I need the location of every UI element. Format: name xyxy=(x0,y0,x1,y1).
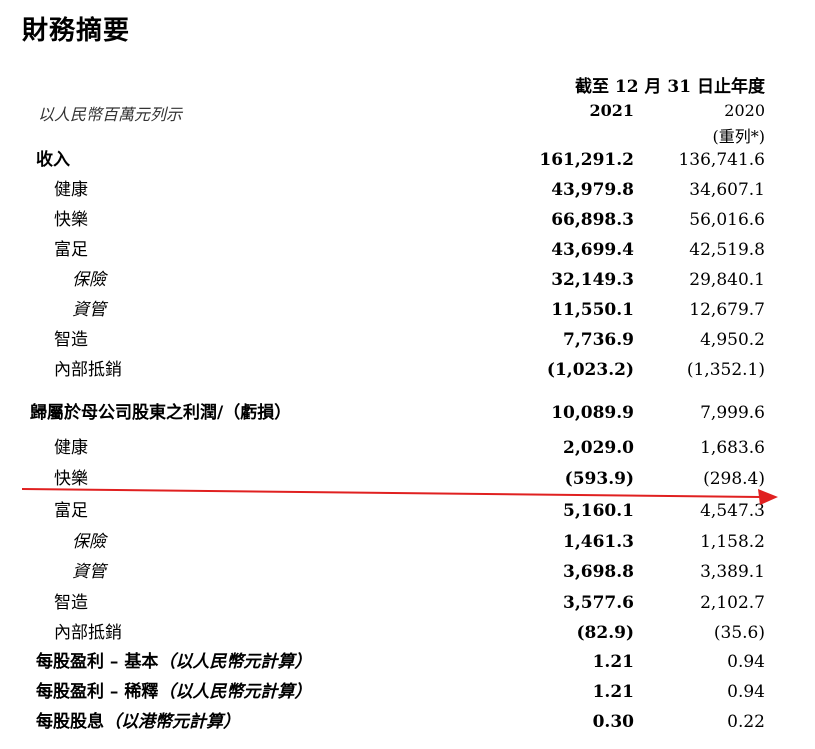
column-header-2020: 2020 xyxy=(724,101,765,120)
table-row: 資管 3,698.8 3,389.1 xyxy=(0,557,815,587)
period-header: 截至 12 月 31 日止年度 xyxy=(575,77,765,97)
row-label: 保險 xyxy=(72,532,106,552)
value-2021: 1,461.3 xyxy=(563,532,634,552)
row-label-note: （以人民幣元計算） xyxy=(158,652,312,672)
value-2020: 136,741.6 xyxy=(678,150,765,170)
row-label: 每股盈利 – 稀釋（以人民幣元計算） xyxy=(36,677,311,707)
value-2021: 1.21 xyxy=(592,652,634,672)
value-2021: (1,023.2) xyxy=(546,360,634,380)
value-2020: 1,158.2 xyxy=(700,532,765,552)
table-row-revenue-total: 收入 161,291.2 136,741.6 xyxy=(0,145,815,175)
table-row: 保險 32,149.3 29,840.1 xyxy=(0,265,815,295)
table-row: 保險 1,461.3 1,158.2 xyxy=(0,527,815,557)
table-row-eps-diluted: 每股盈利 – 稀釋（以人民幣元計算） 1.21 0.94 xyxy=(0,677,815,707)
row-label: 健康 xyxy=(54,438,88,458)
row-label: 資管 xyxy=(72,300,106,320)
row-label: 智造 xyxy=(54,593,88,613)
row-label: 內部抵銷 xyxy=(54,360,122,380)
table-row: 健康 43,979.8 34,607.1 xyxy=(0,175,815,205)
value-2021: (593.9) xyxy=(564,469,634,489)
row-label: 收入 xyxy=(36,150,70,170)
row-label: 保險 xyxy=(72,270,106,290)
page-title: 財務摘要 xyxy=(22,16,131,46)
table-row: 快樂 66,898.3 56,016.6 xyxy=(0,205,815,235)
table-row: 健康 2,029.0 1,683.6 xyxy=(0,433,815,463)
value-2020: 29,840.1 xyxy=(689,270,765,290)
row-label-main: 每股盈利 – 稀釋 xyxy=(36,682,159,702)
table-row: 智造 3,577.6 2,102.7 xyxy=(0,588,815,618)
value-2021: 161,291.2 xyxy=(539,150,634,170)
table-row-profit-total: 歸屬於母公司股東之利潤/（虧損） 10,089.9 7,999.6 xyxy=(0,398,815,428)
value-2021: 32,149.3 xyxy=(551,270,634,290)
value-2021: 10,089.9 xyxy=(551,403,634,423)
value-2020: 12,679.7 xyxy=(689,300,765,320)
value-2020: 4,950.2 xyxy=(700,330,765,350)
table-row: 資管 11,550.1 12,679.7 xyxy=(0,295,815,325)
value-2021: 43,979.8 xyxy=(551,180,634,200)
value-2020: 42,519.8 xyxy=(689,240,765,260)
value-2021: 5,160.1 xyxy=(563,501,634,521)
value-2020: 0.22 xyxy=(727,712,765,732)
value-2021: 66,898.3 xyxy=(551,210,634,230)
row-label-main: 每股股息 xyxy=(36,712,104,732)
table-row: 快樂 (593.9) (298.4) xyxy=(0,464,815,494)
unit-note: 以人民幣百萬元列示 xyxy=(38,105,183,124)
row-label-main: 每股盈利 – 基本 xyxy=(36,652,159,672)
value-2020: 1,683.6 xyxy=(700,438,765,458)
table-row: 富足 43,699.4 42,519.8 xyxy=(0,235,815,265)
value-2021: 1.21 xyxy=(592,682,634,702)
value-2021: 7,736.9 xyxy=(563,330,634,350)
row-label: 富足 xyxy=(54,240,88,260)
restated-note: (重列*) xyxy=(712,127,766,146)
row-label: 每股股息（以港幣元計算） xyxy=(36,707,240,737)
value-2020: 2,102.7 xyxy=(700,593,765,613)
value-2020: (298.4) xyxy=(703,469,765,489)
table-row: 富足 5,160.1 4,547.3 xyxy=(0,496,815,526)
table-row-dividend: 每股股息（以港幣元計算） 0.30 0.22 xyxy=(0,707,815,737)
row-label-note: （以港幣元計算） xyxy=(104,712,240,732)
value-2020: 0.94 xyxy=(727,682,765,702)
value-2021: 3,698.8 xyxy=(563,562,634,582)
row-label: 快樂 xyxy=(54,469,88,489)
table-row: 智造 7,736.9 4,950.2 xyxy=(0,325,815,355)
value-2020: 0.94 xyxy=(727,652,765,672)
value-2021: 3,577.6 xyxy=(563,593,634,613)
row-label: 富足 xyxy=(54,501,88,521)
table-row: 內部抵銷 (1,023.2) (1,352.1) xyxy=(0,355,815,385)
row-label: 資管 xyxy=(72,562,106,582)
value-2020: (35.6) xyxy=(713,623,765,643)
table-row: 內部抵銷 (82.9) (35.6) xyxy=(0,618,815,648)
row-label: 內部抵銷 xyxy=(54,623,122,643)
value-2021: (82.9) xyxy=(576,623,635,643)
value-2021: 11,550.1 xyxy=(551,300,634,320)
table-row-eps-basic: 每股盈利 – 基本（以人民幣元計算） 1.21 0.94 xyxy=(0,647,815,677)
row-label: 每股盈利 – 基本（以人民幣元計算） xyxy=(36,647,311,677)
row-label: 智造 xyxy=(54,330,88,350)
value-2021: 2,029.0 xyxy=(563,438,634,458)
column-header-2021: 2021 xyxy=(589,101,634,120)
row-label: 健康 xyxy=(54,180,88,200)
row-label: 歸屬於母公司股東之利潤/（虧損） xyxy=(30,403,292,423)
value-2020: 3,389.1 xyxy=(700,562,765,582)
row-label: 快樂 xyxy=(54,210,88,230)
value-2021: 0.30 xyxy=(592,712,634,732)
row-label-note: （以人民幣元計算） xyxy=(158,682,312,702)
value-2020: 56,016.6 xyxy=(689,210,765,230)
value-2020: 34,607.1 xyxy=(689,180,765,200)
value-2020: (1,352.1) xyxy=(686,360,765,380)
value-2020: 7,999.6 xyxy=(700,403,765,423)
value-2020: 4,547.3 xyxy=(700,501,765,521)
value-2021: 43,699.4 xyxy=(551,240,634,260)
